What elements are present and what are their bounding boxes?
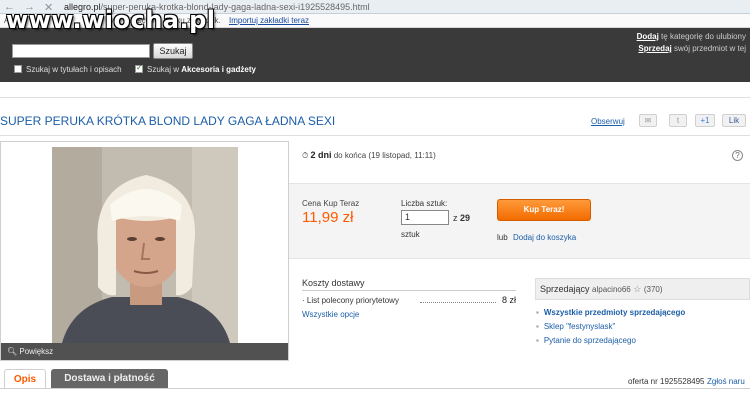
divider [0, 97, 750, 98]
add-to-cart-link[interactable]: Dodaj do koszyka [513, 233, 576, 242]
magnifier-icon: 🔍︎ [7, 347, 18, 356]
ask-seller-link[interactable]: Pytanie do sprzedającego [536, 336, 636, 345]
product-photo[interactable] [52, 147, 238, 343]
seller-box: Sprzedający alpacino66 ☆ (370) [535, 278, 750, 300]
tab-delivery[interactable]: Dostawa i płatność [51, 369, 168, 389]
divider [0, 388, 750, 389]
quantity-unit: sztuk [401, 230, 420, 239]
offer-number: oferta nr 1925528495 [628, 377, 705, 386]
star-icon: ☆ [633, 284, 642, 294]
price: 11,99 zł [302, 209, 354, 226]
buy-now-button[interactable]: Kup Teraz! [497, 199, 591, 221]
price-label: Cena Kup Teraz [302, 199, 360, 208]
seller-nick[interactable]: alpacino66 [592, 285, 631, 294]
search-button[interactable]: Szukaj [153, 43, 193, 59]
quantity-label: Liczba sztuk: [401, 199, 448, 208]
all-shipping-options-link[interactable]: Wszystkie opcje [302, 310, 359, 319]
observe-link[interactable]: Obserwuj [591, 117, 625, 126]
divider [302, 290, 516, 291]
plus-one-button[interactable]: +1 [695, 114, 715, 127]
seller-all-items-link[interactable]: Wszystkie przedmioty sprzedającego [536, 308, 685, 317]
twitter-icon[interactable]: t [669, 114, 687, 127]
checkbox-titles[interactable] [14, 65, 22, 73]
checkbox-category[interactable] [135, 63, 143, 73]
shipping-title: Koszty dostawy [302, 278, 365, 288]
sell-item-link[interactable]: Sprzedaj swój przedmiot w tej [638, 44, 746, 53]
quantity-available: z 29 [453, 213, 471, 223]
watermark: www.wiocha.pl [6, 6, 216, 34]
tab-description[interactable]: Opis [4, 369, 46, 389]
bullet: · [302, 296, 305, 305]
or-label: lub [497, 233, 508, 242]
search-category-option[interactable]: Szukaj w Akcesoria i gadżety [135, 63, 256, 74]
seller-shop-link[interactable]: Sklep "festynyslask" [536, 322, 615, 331]
shipping-option: · List polecony priorytetowy 8 zł [302, 295, 516, 305]
import-bookmarks-link[interactable]: Importuj zakładki teraz [229, 16, 309, 25]
divider [0, 135, 750, 136]
clock-icon: ⏱ [302, 151, 309, 160]
product-title: SUPER PERUKA KRÓTKA BLOND LADY GAGA ŁADN… [0, 114, 336, 128]
product-gallery: 🔍︎ Powiększ [0, 141, 289, 361]
man-with-wig-image [52, 147, 238, 343]
search-input[interactable] [12, 44, 150, 58]
zoom-button[interactable]: 🔍︎ Powiększ [1, 343, 288, 360]
help-icon[interactable]: ? [732, 150, 743, 161]
buy-panel [289, 183, 750, 259]
mail-icon[interactable]: ✉ [639, 114, 657, 127]
add-category-link[interactable]: Dodaj tę kategorię do ulubiony [637, 32, 746, 41]
quantity-input[interactable]: 1 [401, 210, 449, 225]
like-button[interactable]: Lik [722, 114, 746, 127]
search-titles-option[interactable]: Szukaj w tytułach i opisach [14, 65, 122, 74]
report-link[interactable]: Zgłoś naru [707, 377, 745, 386]
time-remaining: ⏱ 2 dni do końca (19 listopad, 11:11) [302, 150, 436, 160]
seller-rating[interactable]: (370) [644, 285, 663, 294]
